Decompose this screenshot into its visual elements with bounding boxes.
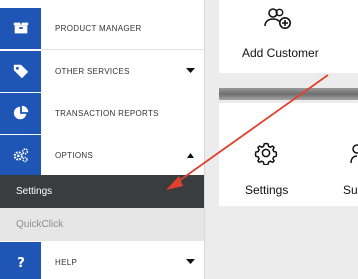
pie-chart-icon — [0, 92, 41, 134]
sidebar-item-label: HELP — [55, 257, 78, 267]
sidebar-item-help[interactable]: ? HELP — [0, 241, 204, 279]
gears-icon — [0, 134, 41, 176]
svg-text:?: ? — [17, 255, 25, 271]
sidebar-item-transaction-reports[interactable]: TRANSACTION REPORTS — [0, 92, 204, 134]
card-label: Su — [343, 183, 358, 197]
submenu-item-quickclick[interactable]: QuickClick — [0, 208, 204, 241]
submenu-item-label: Settings — [16, 186, 53, 197]
question-icon: ? — [0, 241, 41, 279]
settings-card[interactable]: Settings Su — [219, 103, 358, 206]
add-user-icon — [264, 8, 291, 29]
box-icon — [0, 7, 41, 49]
chevron-down-icon[interactable] — [175, 259, 204, 265]
submenu-item-settings[interactable]: Settings — [0, 175, 204, 208]
sidebar-item-options[interactable]: OPTIONS — [0, 134, 204, 176]
chevron-up-icon[interactable] — [175, 152, 204, 158]
card-label: Add Customer — [242, 46, 319, 60]
chevron-down-icon[interactable] — [175, 68, 204, 74]
submenu-item-label: QuickClick — [16, 219, 64, 230]
add-customer-card[interactable]: Add Customer — [219, 0, 358, 73]
user-icon — [350, 144, 358, 164]
sidebar-item-label: OTHER SERVICES — [55, 66, 130, 76]
card-label: Settings — [245, 183, 289, 197]
sidebar-item-label: TRANSACTION REPORTS — [55, 108, 159, 118]
sidebar: PRODUCT MANAGER OTHER SERVICES TRANSACTI… — [0, 0, 205, 279]
sidebar-item-product-manager[interactable]: PRODUCT MANAGER — [0, 7, 204, 49]
gear-icon — [254, 142, 278, 165]
sidebar-item-label: OPTIONS — [55, 150, 94, 160]
sidebar-item-other-services[interactable]: OTHER SERVICES — [0, 50, 204, 92]
section-divider — [219, 88, 358, 100]
sidebar-item-label: PRODUCT MANAGER — [55, 23, 142, 33]
tag-icon — [0, 50, 41, 92]
